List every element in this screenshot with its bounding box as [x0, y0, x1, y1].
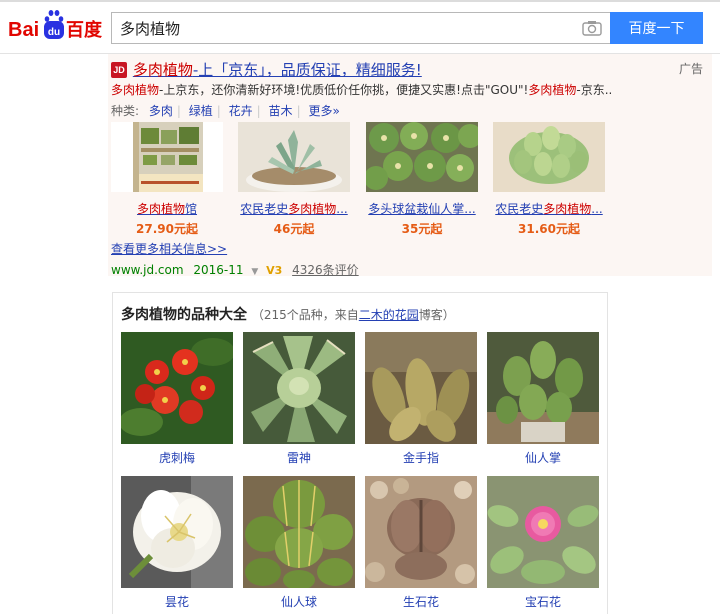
product-image-shop-sign[interactable]: [111, 122, 223, 192]
ad-url-row: www.jd.com 2016-11 ▼ V3 4326条评价: [111, 261, 359, 278]
category-link-flowers[interactable]: 花卉: [229, 104, 253, 118]
ad-desc-text: -上京东，还你清新好环境!优质低价任你挑，便捷又实惠!点击"GOU"!: [159, 83, 529, 97]
card-title: 多肉植物的品种大全 （215个品种，来自二木的花园博客）: [121, 304, 455, 324]
species-item[interactable]: 虎刺梅: [121, 332, 233, 466]
ad-title-rest: -上「京东」，品质保证，精细服务!: [192, 61, 422, 79]
top-divider: [0, 0, 720, 2]
product-price: 27.90元起: [136, 222, 198, 236]
baidu-logo[interactable]: Bai du 百度: [8, 9, 104, 45]
product-item[interactable]: 多肉植物馆 27.90元起: [111, 122, 223, 237]
species-item[interactable]: 仙人掌: [487, 332, 599, 466]
product-name-link[interactable]: 农民老史多肉植物...: [238, 200, 350, 217]
species-image-barrel-cactus[interactable]: [243, 476, 355, 588]
ad-category-row: 种类: 多肉 | 绿植 | 花卉 | 苗木 | 更多»: [111, 104, 340, 118]
species-name[interactable]: 宝石花: [487, 593, 599, 610]
product-name-link[interactable]: 多头球盆栽仙人掌...: [366, 200, 478, 217]
category-link-more[interactable]: 更多»: [308, 104, 339, 118]
species-item[interactable]: 宝石花: [487, 476, 599, 610]
product-item[interactable]: 农民老史多肉植物... 31.60元起: [493, 122, 605, 237]
species-image-living-stones[interactable]: [365, 476, 477, 588]
ad-desc-highlight: 多肉植物: [528, 83, 577, 97]
search-button[interactable]: 百度一下: [610, 12, 703, 44]
dropdown-arrow-icon[interactable]: ▼: [251, 267, 258, 277]
species-image-pink-flower[interactable]: [487, 476, 599, 588]
search-box: [111, 12, 610, 44]
card-subtitle: （215个品种，来自二木的花园博客）: [251, 308, 455, 322]
ad-title-row: JD 多肉植物-上「京东」，品质保证，精细服务!: [111, 59, 422, 79]
species-item[interactable]: 昙花: [121, 476, 233, 610]
ad-more-link[interactable]: 查看更多相关信息>>: [111, 240, 227, 257]
species-name[interactable]: 仙人球: [243, 593, 355, 610]
source-blog-link[interactable]: 二木的花园: [359, 308, 419, 322]
species-image-white-bloom[interactable]: [121, 476, 233, 588]
product-image-potted-succulent[interactable]: [238, 122, 350, 192]
species-name[interactable]: 生石花: [365, 593, 477, 610]
ad-desc-tail: -京东...: [576, 83, 611, 97]
v-badge-icon[interactable]: V3: [266, 264, 282, 277]
reviews-link[interactable]: 4326条评价: [292, 263, 359, 277]
product-name-link[interactable]: 农民老史多肉植物...: [493, 200, 605, 217]
product-image-cactus-balls[interactable]: [366, 122, 478, 192]
ad-desc-highlight: 多肉植物: [111, 83, 160, 97]
product-name-link[interactable]: 多肉植物馆: [111, 200, 223, 217]
ad-label: 广告: [679, 62, 704, 76]
species-item[interactable]: 生石花: [365, 476, 477, 610]
species-name[interactable]: 虎刺梅: [121, 449, 233, 466]
card-title-text: 多肉植物的品种大全: [121, 307, 247, 323]
svg-text:百度: 百度: [66, 19, 103, 41]
category-link-succulent[interactable]: 多肉: [149, 104, 173, 118]
svg-text:Bai: Bai: [8, 19, 39, 41]
species-image-red-flower[interactable]: [121, 332, 233, 444]
species-image-agave[interactable]: [243, 332, 355, 444]
svg-text:du: du: [48, 27, 60, 38]
paw-icon: du: [44, 10, 64, 39]
category-link-seedlings[interactable]: 苗木: [269, 104, 293, 118]
product-price: 46元起: [273, 222, 315, 236]
species-item[interactable]: 雷神: [243, 332, 355, 466]
ad-description: 多肉植物-上京东，还你清新好环境!优质低价任你挑，便捷又实惠!点击"GOU"!多…: [111, 81, 611, 98]
product-price: 35元起: [401, 222, 443, 236]
species-item[interactable]: 金手指: [365, 332, 477, 466]
ad-title-link[interactable]: 多肉植物-上「京东」，品质保证，精细服务!: [133, 61, 422, 79]
product-image-jelly-bean-succulent[interactable]: [493, 122, 605, 192]
species-name[interactable]: 金手指: [365, 449, 477, 466]
species-image-golden-cactus[interactable]: [365, 332, 477, 444]
category-link-green-plants[interactable]: 绿植: [189, 104, 213, 118]
species-image-prickly-pear[interactable]: [487, 332, 599, 444]
ad-title-highlight: 多肉植物: [132, 61, 193, 79]
product-item[interactable]: 农民老史多肉植物... 46元起: [238, 122, 350, 237]
species-item[interactable]: 仙人球: [243, 476, 355, 610]
search-header: Bai du 百度 百度一下: [0, 0, 720, 54]
product-price: 31.60元起: [518, 222, 580, 236]
ad-url: www.jd.com: [111, 263, 184, 277]
camera-icon[interactable]: [582, 20, 602, 36]
jd-logo-icon: JD: [111, 61, 127, 78]
category-label: 种类:: [111, 104, 140, 118]
species-name[interactable]: 昙花: [121, 593, 233, 610]
species-name[interactable]: 雷神: [243, 449, 355, 466]
product-item[interactable]: 多头球盆栽仙人掌... 35元起: [366, 122, 478, 237]
ad-date: 2016-11: [193, 263, 244, 277]
search-input[interactable]: [120, 17, 570, 39]
species-name[interactable]: 仙人掌: [487, 449, 599, 466]
